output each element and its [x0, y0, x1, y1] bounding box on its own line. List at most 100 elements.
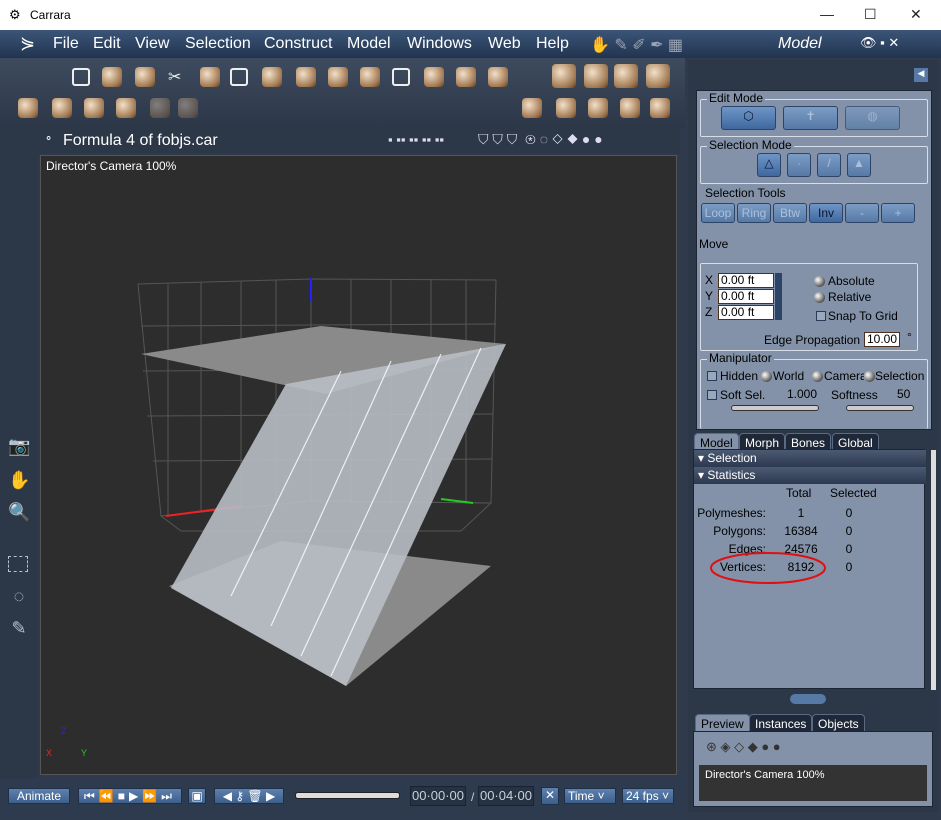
scissors-icon[interactable]: ✂: [168, 67, 188, 87]
scrollbar[interactable]: [931, 450, 936, 690]
hidden-checkbox[interactable]: [707, 371, 717, 381]
preview-thumbnail[interactable]: Director's Camera 100%: [699, 765, 927, 801]
menu-help[interactable]: Help: [536, 35, 569, 53]
dome-icon[interactable]: [262, 67, 282, 87]
select-vertex-icon[interactable]: ·: [787, 153, 811, 177]
x-position-field[interactable]: 0.00 ft: [718, 273, 774, 288]
soft-selection-slider[interactable]: [731, 405, 819, 411]
link-icon[interactable]: [178, 98, 198, 118]
sphere-icon[interactable]: [488, 67, 508, 87]
fps-select[interactable]: 24 fps ˅: [622, 788, 674, 804]
z-position-field[interactable]: 0.00 ft: [718, 305, 774, 320]
time-slider[interactable]: [295, 792, 400, 799]
tab-instances[interactable]: Instances: [749, 714, 813, 732]
menu-windows[interactable]: Windows: [407, 35, 472, 53]
menu-file[interactable]: File: [53, 35, 79, 53]
animate-button[interactable]: Animate: [8, 788, 70, 804]
tab-preview[interactable]: Preview: [695, 714, 750, 732]
menu-selection[interactable]: Selection: [185, 35, 251, 53]
3d-viewport[interactable]: Director's Camera 100% Z X Y: [40, 155, 677, 775]
marquee-icon[interactable]: [8, 556, 28, 572]
maximize-button[interactable]: ☐: [864, 6, 877, 23]
current-time[interactable]: 00·00·00: [410, 786, 466, 806]
selection-radio[interactable]: [864, 371, 875, 382]
box-select-icon[interactable]: [230, 68, 248, 86]
end-time[interactable]: 00·04·00: [478, 786, 534, 806]
fold-icon[interactable]: [584, 64, 608, 88]
panel-splitter-handle[interactable]: [790, 694, 826, 704]
layers-icon[interactable]: [614, 64, 638, 88]
viewport-layout-icons[interactable]: ▪ ▪▪ ▪▪ ▪▪ ▪▪: [388, 132, 444, 147]
edit-mode-rig-button[interactable]: ✝: [783, 106, 838, 130]
viewport-menu-icon[interactable]: ⚬: [44, 132, 53, 145]
y-position-field[interactable]: 0.00 ft: [718, 289, 774, 304]
menu-edit[interactable]: Edit: [93, 35, 121, 53]
orbit-icon[interactable]: [620, 98, 640, 118]
playback-controls[interactable]: ⏮⏪■▶⏩⏭: [78, 788, 182, 804]
weld-icon[interactable]: [200, 67, 220, 87]
dolly-icon[interactable]: [556, 98, 576, 118]
spline-icon[interactable]: [102, 67, 122, 87]
select-face-icon[interactable]: ▲: [847, 153, 871, 177]
move-icon[interactable]: [52, 98, 72, 118]
select-polygon-icon[interactable]: △: [757, 153, 781, 177]
statistics-section-header[interactable]: ▾ Statistics: [694, 467, 926, 484]
relative-radio[interactable]: [814, 292, 825, 303]
world-radio[interactable]: [761, 371, 772, 382]
close-button[interactable]: ✕: [910, 6, 922, 23]
ring-button[interactable]: Ring: [737, 203, 771, 223]
camera-radio[interactable]: [812, 371, 823, 382]
between-button[interactable]: Btw: [773, 203, 807, 223]
camera-icon[interactable]: 📷: [8, 436, 30, 458]
hand-icon[interactable]: ✋: [8, 470, 30, 492]
bend-icon[interactable]: [646, 64, 670, 88]
selection-section-header[interactable]: ▾ Selection: [694, 450, 926, 467]
delete-box-icon[interactable]: [392, 68, 410, 86]
bag-icon[interactable]: [456, 67, 476, 87]
lathe-icon[interactable]: [296, 67, 316, 87]
softness-slider[interactable]: [846, 405, 914, 411]
extrude-icon[interactable]: [552, 64, 576, 88]
brush-icon[interactable]: ✎: [8, 618, 30, 640]
soft-selection-checkbox[interactable]: [707, 390, 717, 400]
time-mode-select[interactable]: Time ˅: [564, 788, 616, 804]
snap-to-grid-checkbox[interactable]: [816, 311, 826, 321]
room-controls[interactable]: 👁 ▪ ✕: [860, 35, 899, 51]
room-icons[interactable]: ✋ ✎ ✐ ✒ ▦: [590, 35, 683, 55]
zoom-icon[interactable]: 🔍: [8, 502, 30, 524]
select-edge-icon[interactable]: /: [817, 153, 841, 177]
render-mode-icons[interactable]: ⛉ ⛉ ⛉ ⊛ ◌ ◇ ◆ ● ●: [478, 131, 603, 148]
arrow-select-icon[interactable]: [18, 98, 38, 118]
tab-objects[interactable]: Objects: [812, 714, 865, 732]
rotate-icon[interactable]: [84, 98, 104, 118]
scale-icon[interactable]: [116, 98, 136, 118]
menu-construct[interactable]: Construct: [264, 35, 332, 53]
shrink-button[interactable]: -: [845, 203, 879, 223]
grid-icon[interactable]: [72, 68, 90, 86]
menu-web[interactable]: Web: [488, 35, 521, 53]
edit-mode-vertex-button[interactable]: ⬡: [721, 106, 776, 130]
grow-button[interactable]: +: [881, 203, 915, 223]
eyedropper-icon[interactable]: [150, 98, 170, 118]
snap-toggle-icon[interactable]: ✕: [541, 787, 559, 805]
menu-model[interactable]: Model: [347, 35, 391, 53]
edge-propagation-field[interactable]: 10.00: [864, 332, 900, 347]
minimize-button[interactable]: —: [820, 6, 834, 22]
camera-box-icon[interactable]: [650, 98, 670, 118]
magnet-icon[interactable]: [135, 67, 155, 87]
invert-button[interactable]: Inv: [809, 203, 843, 223]
sweep-icon[interactable]: [328, 67, 348, 87]
menu-view[interactable]: View: [135, 35, 169, 53]
keyframe-controls[interactable]: ◀ ⚷ 🗑 ▶: [214, 788, 284, 804]
edit-mode-uv-button[interactable]: ◍: [845, 106, 900, 130]
loop-button[interactable]: Loop: [701, 203, 735, 223]
cube-icon[interactable]: [424, 67, 444, 87]
track-icon[interactable]: [588, 98, 608, 118]
preview-render-icons[interactable]: ⊛ ◈ ◇ ◆ ● ●: [706, 739, 781, 755]
xyz-spinners[interactable]: [775, 273, 782, 320]
pan-icon[interactable]: [522, 98, 542, 118]
lasso-icon[interactable]: ◌: [8, 586, 30, 608]
loop-icon[interactable]: ▣: [188, 788, 206, 804]
collapse-tray-button[interactable]: ◀: [914, 68, 928, 82]
absolute-radio[interactable]: [814, 276, 825, 287]
